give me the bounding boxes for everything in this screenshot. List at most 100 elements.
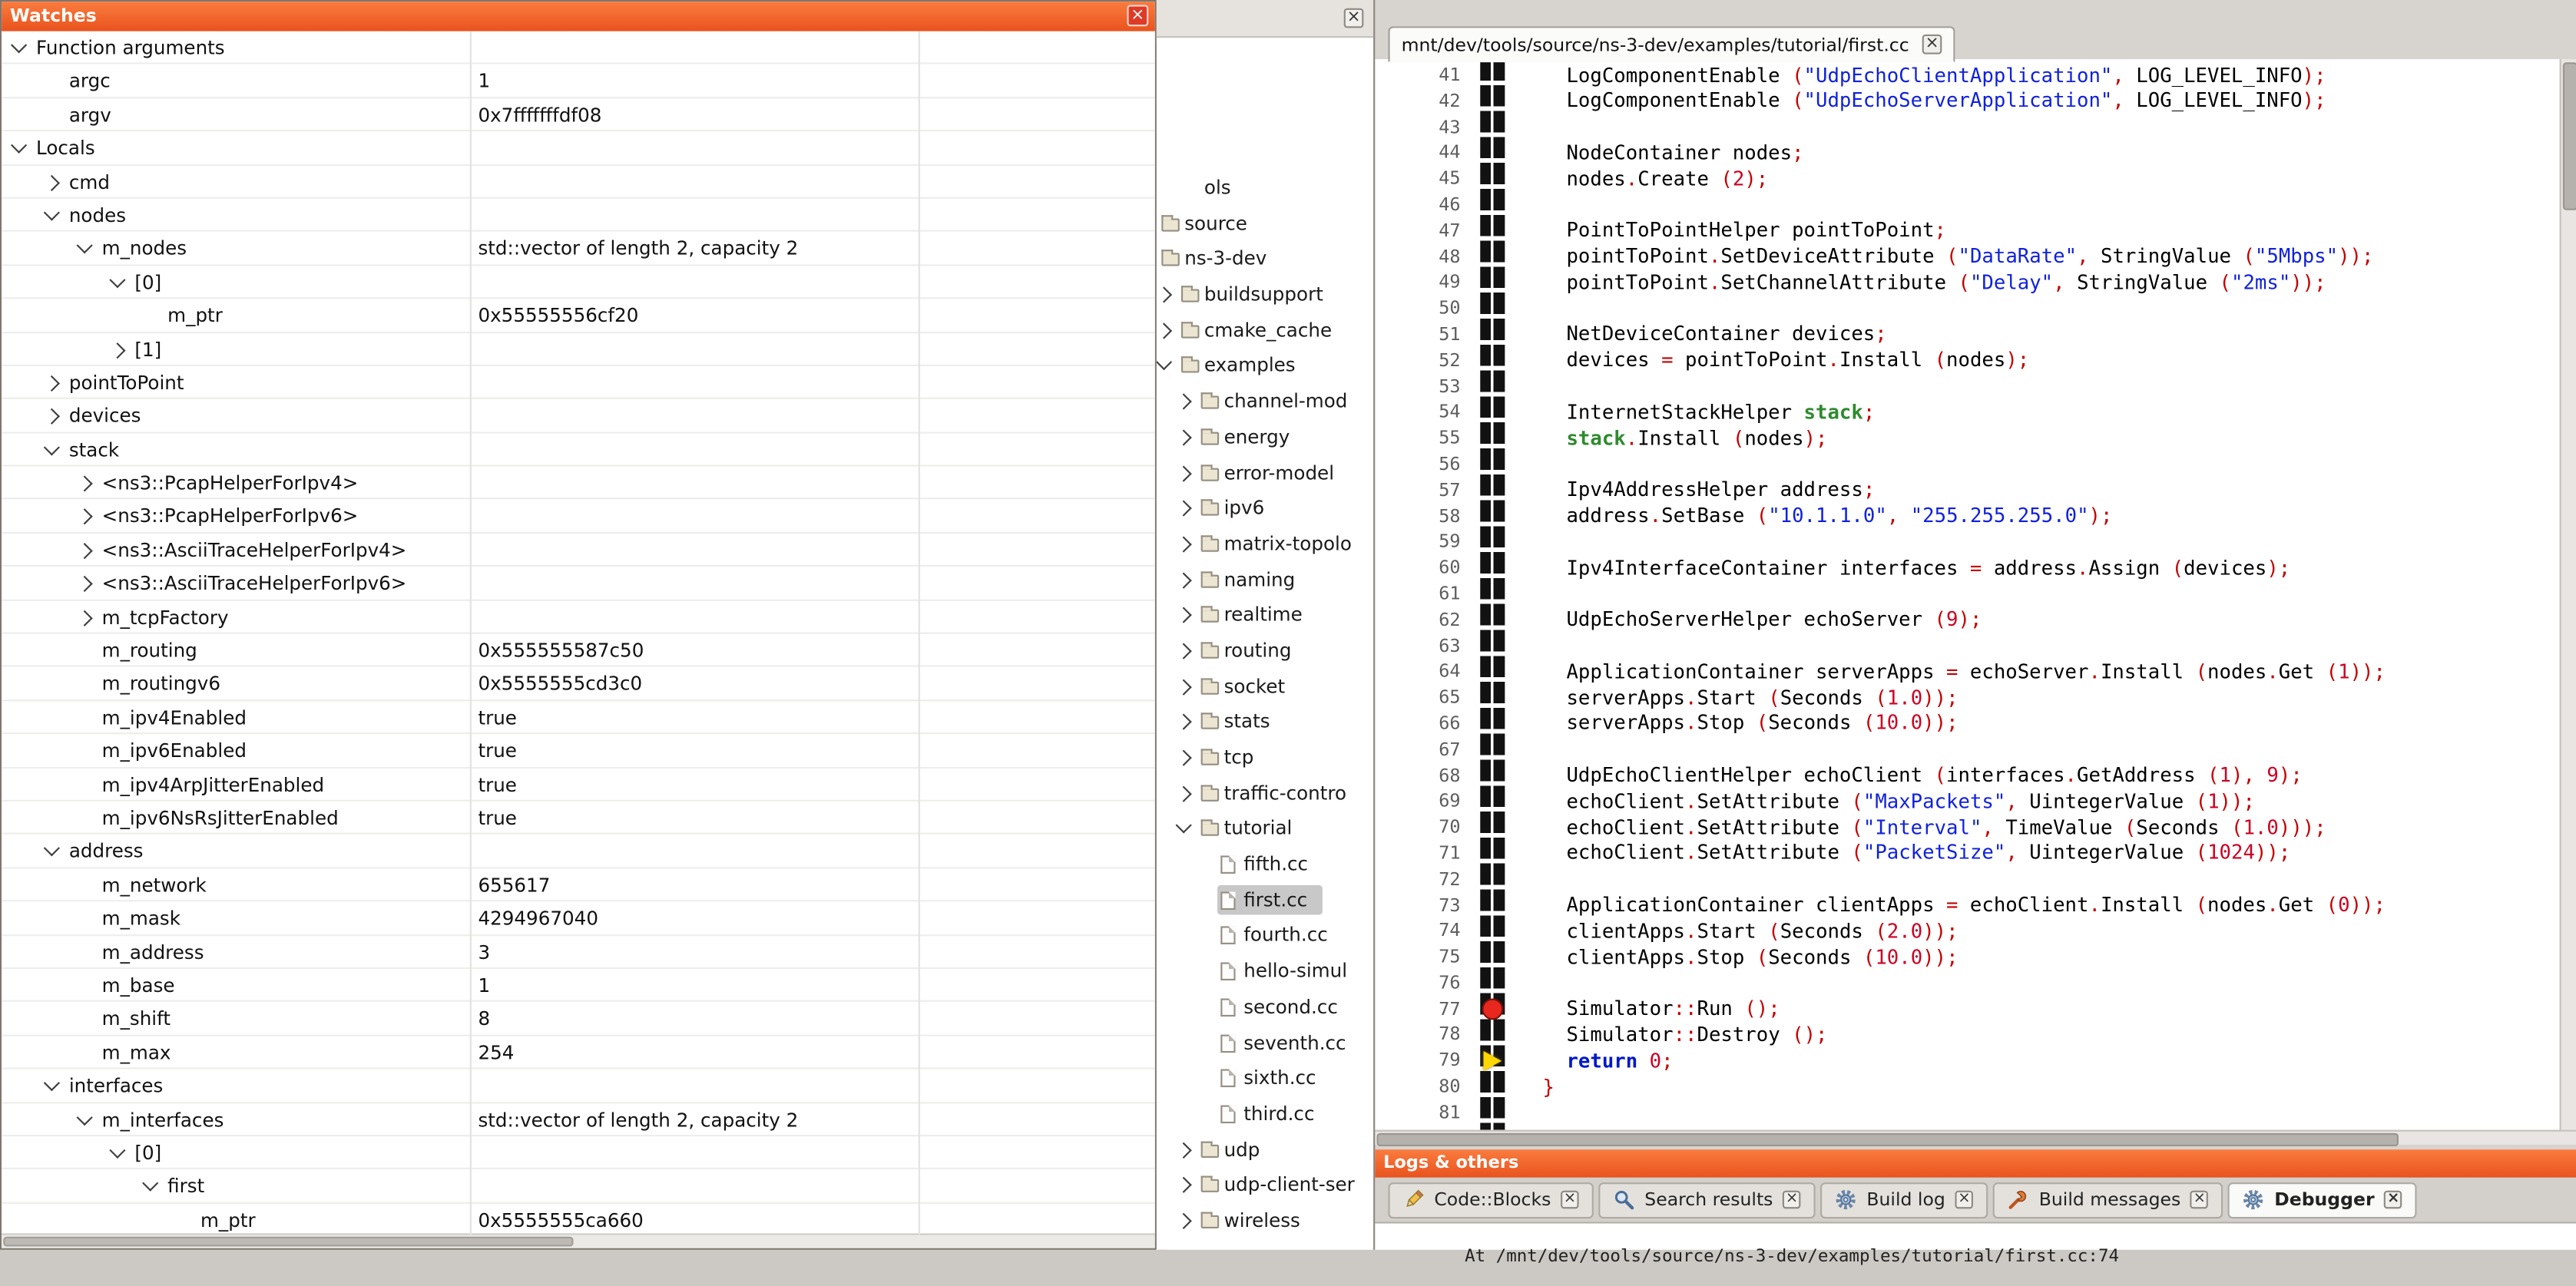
line-number[interactable]: 77 (1375, 998, 1460, 1020)
expand-arrow-icon[interactable] (1176, 464, 1192, 481)
tree-item-channel-mod[interactable]: channel-mod (1157, 385, 1373, 420)
collapse-arrow-icon[interactable] (11, 37, 27, 53)
scrollbar-handle[interactable] (3, 1237, 573, 1247)
watch-row[interactable]: <ns3::AsciiTraceHelperForIpv6> (2, 567, 1155, 601)
tree-item-energy[interactable]: energy (1157, 420, 1373, 455)
expand-arrow-icon[interactable] (77, 509, 93, 525)
line-number[interactable]: 71 (1375, 842, 1460, 864)
line-number[interactable]: 62 (1375, 609, 1460, 630)
close-icon[interactable]: × (2190, 1191, 2209, 1209)
watch-row[interactable]: address (2, 835, 1155, 868)
watch-row[interactable]: m_nodesstd::vector of length 2, capacity… (2, 232, 1155, 266)
tree-item-udp[interactable]: udp (1157, 1132, 1373, 1168)
collapse-arrow-icon[interactable] (109, 1142, 125, 1159)
watch-row[interactable]: devices (2, 399, 1155, 433)
expand-arrow-icon[interactable] (109, 342, 125, 358)
tree-item-third-cc[interactable]: third.cc (1157, 1097, 1373, 1132)
watch-row[interactable]: m_base1 (2, 969, 1155, 1003)
tree-item-examples[interactable]: examples (1157, 349, 1373, 384)
watch-row[interactable]: [0] (2, 1136, 1155, 1170)
close-icon[interactable]: × (1922, 35, 1942, 55)
expand-arrow-icon[interactable] (44, 408, 60, 425)
logs-tab-build-log[interactable]: Build log× (1820, 1182, 1988, 1218)
close-icon[interactable]: × (1561, 1191, 1579, 1209)
watches-titlebar[interactable]: Watches × (2, 2, 1155, 33)
watch-row[interactable]: first (2, 1170, 1155, 1204)
line-number[interactable]: 78 (1375, 1024, 1460, 1046)
watch-row[interactable]: m_ipv6Enabledtrue (2, 735, 1155, 769)
expand-arrow-icon[interactable] (1176, 714, 1192, 730)
tree-item-fifth-cc[interactable]: fifth.cc (1157, 848, 1373, 883)
expand-arrow-icon[interactable] (1176, 572, 1192, 588)
tree-item-udp-client-ser[interactable]: udp-client-ser (1157, 1168, 1373, 1203)
expand-arrow-icon[interactable] (77, 610, 93, 626)
line-number[interactable]: 50 (1375, 298, 1460, 319)
watch-row[interactable]: m_ptr0x55555556cf20 (2, 299, 1155, 333)
watch-row[interactable]: m_routing0x555555587c50 (2, 634, 1155, 668)
tree-item-fourth-cc[interactable]: fourth.cc (1157, 919, 1373, 954)
expand-arrow-icon[interactable] (1176, 1213, 1192, 1229)
code-editor[interactable]: 41 LogComponentEnable ("UdpEchoClientApp… (1375, 59, 2561, 1130)
line-number[interactable]: 63 (1375, 635, 1460, 656)
expand-arrow-icon[interactable] (77, 476, 93, 492)
collapse-arrow-icon[interactable] (44, 1075, 60, 1091)
tree-item-error-model[interactable]: error-model (1157, 456, 1373, 491)
tree-item-ns-3-dev[interactable]: ns-3-dev (1157, 242, 1373, 277)
scrollbar-handle[interactable] (1377, 1133, 2399, 1146)
expand-arrow-icon[interactable] (77, 576, 93, 592)
line-number[interactable]: 58 (1375, 505, 1460, 527)
line-number[interactable]: 69 (1375, 791, 1460, 812)
collapse-arrow-icon[interactable] (1157, 355, 1172, 371)
collapse-arrow-icon[interactable] (11, 137, 27, 154)
watch-row[interactable]: Function arguments (2, 31, 1155, 65)
expand-arrow-icon[interactable] (1176, 536, 1192, 552)
watch-row[interactable]: argv0x7fffffffdf08 (2, 98, 1155, 132)
line-number[interactable]: 60 (1375, 557, 1460, 578)
logs-tab-code-blocks[interactable]: Code::Blocks× (1388, 1182, 1594, 1218)
line-number[interactable]: 53 (1375, 375, 1460, 397)
collapse-arrow-icon[interactable] (44, 841, 60, 857)
tree-item-hello-simul[interactable]: hello-simul (1157, 954, 1373, 990)
line-number[interactable]: 81 (1375, 1102, 1460, 1123)
expand-arrow-icon[interactable] (1176, 607, 1192, 623)
line-number[interactable]: 65 (1375, 686, 1460, 708)
expand-arrow-icon[interactable] (1176, 501, 1192, 517)
expand-arrow-icon[interactable] (1176, 679, 1192, 695)
line-number[interactable]: 55 (1375, 427, 1460, 448)
watch-row[interactable]: m_max254 (2, 1036, 1155, 1069)
editor-tab[interactable]: mnt/dev/tools/source/ns-3-dev/examples/t… (1388, 26, 1955, 62)
watch-row[interactable]: [0] (2, 266, 1155, 299)
watch-row[interactable]: pointToPoint (2, 366, 1155, 400)
expand-arrow-icon[interactable] (44, 375, 60, 392)
line-number[interactable]: 45 (1375, 168, 1460, 190)
breakpoint-icon[interactable] (1482, 998, 1503, 1020)
tree-item-realtime[interactable]: realtime (1157, 598, 1373, 633)
collapse-arrow-icon[interactable] (77, 1109, 93, 1125)
tree-item-matrix-topolo[interactable]: matrix-topolo (1157, 527, 1373, 562)
tree-item-cmake-cache[interactable]: cmake_cache (1157, 313, 1373, 349)
line-number[interactable]: 56 (1375, 453, 1460, 474)
collapse-arrow-icon[interactable] (44, 204, 60, 220)
line-number[interactable]: 42 (1375, 90, 1460, 111)
tree-item-stats[interactable]: stats (1157, 705, 1373, 740)
watch-row[interactable]: m_ptr0x5555555ca660 (2, 1203, 1155, 1235)
line-number[interactable]: 70 (1375, 816, 1460, 838)
watch-row[interactable]: <ns3::PcapHelperForIpv4> (2, 467, 1155, 501)
watch-row[interactable]: m_mask4294967040 (2, 902, 1155, 936)
watch-row[interactable]: m_interfacesstd::vector of length 2, cap… (2, 1103, 1155, 1136)
expand-arrow-icon[interactable] (1176, 1142, 1192, 1158)
collapse-arrow-icon[interactable] (142, 1175, 158, 1192)
tree-item-sixth-cc[interactable]: sixth.cc (1157, 1061, 1373, 1096)
collapse-arrow-icon[interactable] (44, 439, 60, 455)
expand-arrow-icon[interactable] (1176, 429, 1192, 445)
scrollbar-handle[interactable] (2563, 62, 2576, 210)
tree-item-naming[interactable]: naming (1157, 563, 1373, 598)
logs-tab-build-messages[interactable]: Build messages× (1993, 1182, 2223, 1218)
tree-item-second-cc[interactable]: second.cc (1157, 990, 1373, 1025)
tree-item-source[interactable]: source (1157, 207, 1373, 242)
line-number[interactable]: 64 (1375, 661, 1460, 683)
tree-item-socket[interactable]: socket (1157, 669, 1373, 705)
line-number[interactable]: 51 (1375, 323, 1460, 345)
watch-row[interactable]: [1] (2, 332, 1155, 366)
expand-arrow-icon[interactable] (1176, 750, 1192, 766)
